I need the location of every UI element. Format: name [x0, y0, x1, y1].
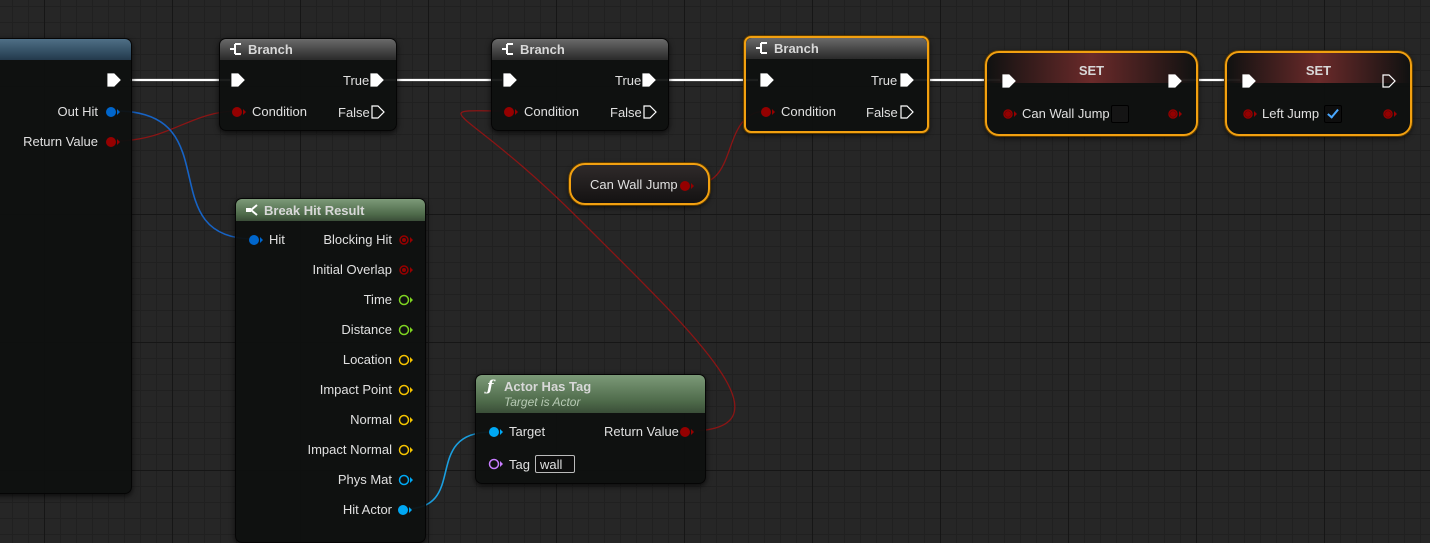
false-label: False [866, 105, 898, 120]
set-header: SET [987, 53, 1196, 83]
hit-actor-pin[interactable] [397, 503, 413, 517]
output-label: Blocking Hit [323, 232, 392, 247]
output-label: Impact Normal [307, 442, 392, 457]
condition-label: Condition [252, 104, 307, 119]
break-hit-result-header: Break Hit Result [236, 199, 425, 221]
can-wall-jump-getter-node[interactable]: Can Wall Jump [569, 163, 710, 205]
set-value-out-pin[interactable] [1382, 108, 1398, 120]
impact-normal-pin[interactable] [398, 444, 414, 456]
set-exec-out-pin[interactable] [1382, 74, 1396, 88]
branch-icon [756, 42, 767, 54]
true-label: True [343, 73, 370, 88]
can-wall-jump-checkbox[interactable] [1111, 105, 1129, 123]
getter-label: Can Wall Jump [590, 177, 678, 192]
set-left-jump-node[interactable]: SET Left Jump [1225, 51, 1412, 136]
branch-exec-in-pin[interactable] [760, 73, 774, 87]
normal-pin[interactable] [398, 414, 414, 426]
condition-label: Condition [524, 104, 579, 119]
out-hit-label: Out Hit [57, 104, 98, 119]
output-label: Normal [350, 412, 392, 427]
tag-pin[interactable] [488, 458, 504, 470]
line-trace-node[interactable]: Out Hit Return Value [0, 38, 132, 494]
set-value-out-pin[interactable] [1167, 108, 1183, 120]
output-label: Distance [341, 322, 392, 337]
hit-label: Hit [269, 232, 285, 247]
condition-pin[interactable] [231, 105, 247, 119]
actor-has-tag-node[interactable]: ƒ Actor Has Tag Target is Actor Target R… [475, 374, 706, 484]
output-label: Location [342, 352, 392, 367]
return-value-label: Return Value [604, 424, 679, 439]
set-can-wall-jump-node[interactable]: SET Can Wall Jump [985, 51, 1198, 136]
phys-mat-pin[interactable] [398, 474, 414, 486]
actor-has-tag-subtitle: Target is Actor [504, 395, 581, 409]
false-label: False [338, 105, 370, 120]
output-label: Time [363, 292, 392, 307]
set-variable-label: Can Wall Jump [1022, 106, 1110, 121]
return-value-pin[interactable] [105, 135, 121, 149]
set-value-in-pin[interactable] [1002, 108, 1018, 120]
function-icon: ƒ [487, 377, 494, 395]
false-exec-pin[interactable] [900, 105, 914, 119]
branch-icon [230, 43, 241, 55]
wire-layer [115, 78, 1240, 510]
branch-title: Branch [248, 42, 293, 57]
output-label: Initial Overlap [312, 262, 392, 277]
branch-node-3[interactable]: Branch True Condition False [744, 36, 929, 133]
line-trace-exec-out-pin[interactable] [107, 73, 121, 87]
getter-output-pin[interactable] [679, 179, 695, 193]
target-pin[interactable] [488, 425, 504, 439]
branch-exec-in-pin[interactable] [503, 73, 517, 87]
line-trace-header [0, 39, 131, 60]
branch-node-2[interactable]: Branch True Condition False [491, 38, 669, 131]
branch-header: Branch [220, 39, 396, 60]
target-label: Target [509, 424, 546, 439]
true-exec-pin[interactable] [642, 73, 656, 87]
return-value-label: Return Value [23, 134, 98, 149]
branch-exec-in-pin[interactable] [231, 73, 245, 87]
actor-has-tag-header: ƒ Actor Has Tag Target is Actor [476, 375, 705, 413]
impact-point-pin[interactable] [398, 384, 414, 396]
set-exec-in-pin[interactable] [1002, 74, 1016, 88]
false-label: False [610, 105, 642, 120]
set-exec-in-pin[interactable] [1242, 74, 1256, 88]
set-variable-label: Left Jump [1262, 106, 1320, 121]
branch-icon [502, 43, 513, 55]
distance-pin[interactable] [398, 324, 414, 336]
output-label: Impact Point [319, 382, 392, 397]
false-exec-pin[interactable] [643, 105, 657, 119]
actor-has-tag-title: Actor Has Tag [504, 379, 592, 394]
location-pin[interactable] [398, 354, 414, 366]
return-value-pin[interactable] [679, 425, 695, 439]
hit-input-pin[interactable] [248, 233, 264, 247]
break-hit-result-node[interactable]: Break Hit Result Hit Blocking Hit Initia… [235, 198, 426, 543]
true-label: True [615, 73, 642, 88]
left-jump-checkbox[interactable] [1324, 105, 1342, 123]
set-title: SET [1078, 63, 1105, 78]
branch-header: Branch [492, 39, 668, 60]
branch-header: Branch [746, 38, 927, 59]
branch-title: Branch [774, 41, 819, 56]
true-exec-pin[interactable] [370, 73, 384, 87]
branch-title: Branch [520, 42, 565, 57]
break-hit-result-title: Break Hit Result [264, 203, 365, 218]
break-struct-icon [246, 204, 258, 216]
condition-pin[interactable] [760, 105, 776, 119]
output-label: Hit Actor [342, 502, 392, 517]
set-exec-out-pin[interactable] [1168, 74, 1182, 88]
false-exec-pin[interactable] [371, 105, 385, 119]
initial-overlap-pin[interactable] [398, 264, 414, 276]
out-hit-pin[interactable] [105, 105, 121, 119]
tag-label: Tag [509, 457, 530, 472]
condition-pin[interactable] [503, 105, 519, 119]
true-exec-pin[interactable] [900, 73, 914, 87]
blocking-hit-pin[interactable] [398, 234, 414, 246]
condition-label: Condition [781, 104, 836, 119]
tag-input[interactable] [535, 455, 575, 473]
true-label: True [871, 73, 898, 88]
branch-node-1[interactable]: Branch True Condition False [219, 38, 397, 131]
set-value-in-pin[interactable] [1242, 108, 1258, 120]
time-pin[interactable] [398, 294, 414, 306]
output-label: Phys Mat [337, 472, 392, 487]
